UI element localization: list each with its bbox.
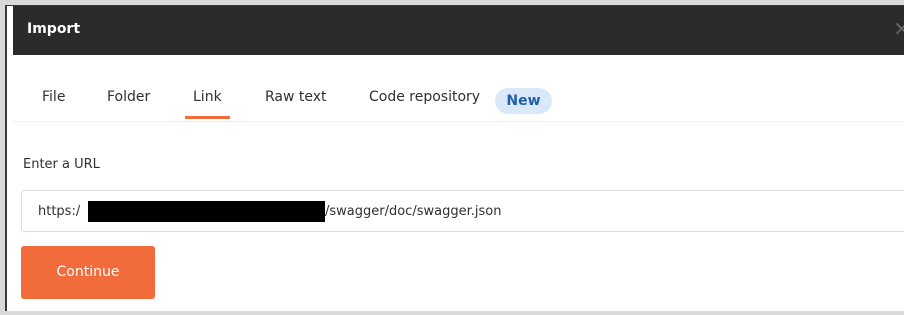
dialog-titlebar: Import × (13, 6, 904, 55)
dialog-title: Import (27, 21, 81, 37)
tabs-divider (13, 121, 904, 122)
import-dialog: Import × File Folder Link Raw text Code … (5, 5, 904, 311)
import-tabs: File Folder Link Raw text Code repositor… (13, 86, 904, 120)
tab-raw-text[interactable]: Raw text (265, 86, 327, 118)
continue-button[interactable]: Continue (21, 246, 155, 299)
url-suffix: /swagger/doc/swagger.json (325, 204, 502, 219)
close-icon[interactable]: × (893, 17, 904, 39)
tab-file[interactable]: File (42, 86, 65, 118)
tab-folder[interactable]: Folder (107, 86, 150, 118)
tab-link[interactable]: Link (185, 86, 230, 119)
url-label: Enter a URL (23, 157, 100, 172)
url-prefix: https:/ (38, 204, 81, 219)
redacted-segment (88, 201, 325, 222)
tab-code-repository[interactable]: Code repository (369, 86, 480, 118)
url-input[interactable]: https:/ /swagger/doc/swagger.json (21, 190, 904, 232)
new-badge: New (495, 88, 552, 114)
